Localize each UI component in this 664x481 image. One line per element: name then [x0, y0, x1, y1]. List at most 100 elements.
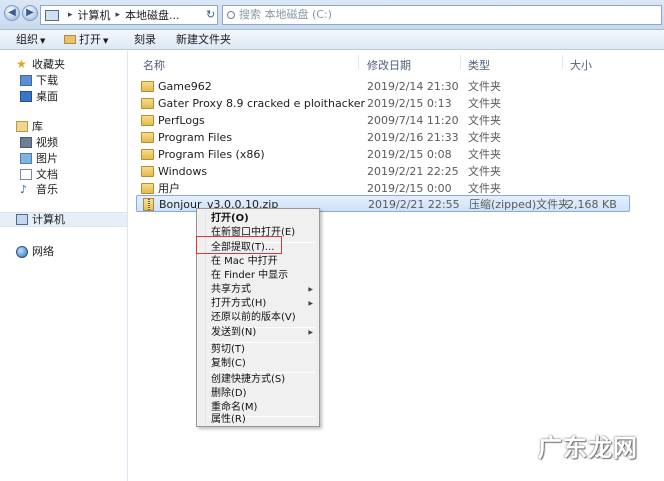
zip-file-icon — [143, 198, 154, 211]
nav-network[interactable]: 网络 — [16, 244, 54, 259]
navigation-pane: ★ 收藏夹 下载 桌面 库 视频 图片 文档 ♪ 音乐 计算机 网络 — [0, 51, 128, 481]
organize-label: 组织 — [16, 33, 38, 46]
nav-computer-label: 计算机 — [32, 213, 65, 226]
menu-item-send-to[interactable]: 发送到(N) ▶ — [211, 326, 317, 340]
folder-icon — [64, 35, 76, 44]
menu-item-delete[interactable]: 删除(D) — [211, 387, 247, 401]
menu-item-create-shortcut[interactable]: 创建快捷方式(S) — [211, 373, 285, 387]
submenu-arrow-icon: ▶ — [308, 286, 313, 293]
nav-favorites[interactable]: ★ 收藏夹 — [16, 57, 65, 72]
menu-item-open-with[interactable]: 打开方式(H) ▶ — [211, 297, 317, 311]
file-date: 2019/2/21 22:55 — [368, 198, 460, 211]
file-row[interactable]: Windows 2019/2/21 22:25 文件夹 — [136, 163, 630, 180]
column-header-type[interactable]: 类型 — [468, 57, 490, 73]
folder-icon — [141, 183, 154, 194]
file-type: 压缩(zipped)文件夹 — [469, 198, 570, 211]
document-icon — [20, 169, 32, 180]
nav-desktop[interactable]: 桌面 — [20, 89, 58, 104]
menu-item-open[interactable]: 打开(O) — [211, 212, 249, 226]
file-type: 文件夹 — [468, 97, 501, 110]
file-type: 文件夹 — [468, 80, 501, 93]
file-date: 2009/7/14 11:20 — [367, 114, 459, 127]
file-date: 2019/2/16 21:33 — [367, 131, 459, 144]
forward-button[interactable]: ▶ — [22, 5, 38, 21]
nav-documents-label: 文档 — [36, 168, 58, 181]
menu-item-restore-previous[interactable]: 还原以前的版本(V) — [211, 311, 296, 325]
dropdown-arrow-icon: ▼ — [40, 37, 46, 45]
file-type: 文件夹 — [468, 114, 501, 127]
file-size: 2,168 KB — [567, 198, 617, 211]
folder-icon — [141, 115, 154, 126]
back-button[interactable]: ◀ — [4, 5, 20, 21]
column-divider[interactable] — [460, 55, 461, 69]
column-divider[interactable] — [358, 55, 359, 69]
nav-libraries[interactable]: 库 — [16, 119, 43, 134]
nav-music-label: 音乐 — [36, 183, 58, 196]
folder-icon — [141, 166, 154, 177]
menu-item-show-in-finder[interactable]: 在 Finder 中显示 — [211, 269, 288, 283]
folder-icon — [141, 81, 154, 92]
search-input[interactable]: 搜索 本地磁盘 (C:) — [222, 5, 662, 25]
nav-downloads-label: 下载 — [36, 74, 58, 87]
computer-icon — [16, 214, 28, 225]
file-date: 2019/2/14 21:30 — [367, 80, 459, 93]
downloads-icon — [20, 75, 32, 86]
menu-item-cut[interactable]: 剪切(T) — [211, 343, 245, 357]
dropdown-arrow-icon: ▼ — [103, 37, 109, 45]
menu-item-send-to-label: 发送到(N) — [211, 327, 257, 338]
submenu-arrow-icon: ▶ — [308, 329, 313, 336]
menu-item-copy[interactable]: 复制(C) — [211, 357, 246, 371]
menu-item-open-in-mac[interactable]: 在 Mac 中打开 — [211, 255, 278, 269]
file-name: Windows — [158, 165, 208, 178]
music-icon: ♪ — [20, 182, 28, 196]
file-date: 2019/2/15 0:13 — [367, 97, 452, 110]
breadcrumb[interactable]: ▸ 计算机 ▸ 本地磁盘... — [40, 5, 218, 25]
command-toolbar: 组织 ▼ 打开 ▼ 刻录 新建文件夹 — [0, 30, 664, 50]
folder-icon — [141, 98, 154, 109]
desktop-icon — [20, 91, 32, 102]
submenu-arrow-icon: ▶ — [308, 300, 313, 307]
column-header-size[interactable]: 大小 — [570, 57, 592, 73]
chevron-right-icon: ▸ — [115, 10, 121, 20]
folder-icon — [141, 149, 154, 160]
nav-downloads[interactable]: 下载 — [20, 73, 58, 88]
nav-pictures[interactable]: 图片 — [20, 151, 58, 166]
file-row[interactable]: PerfLogs 2009/7/14 11:20 文件夹 — [136, 112, 630, 129]
organize-button[interactable]: 组织 ▼ — [16, 33, 45, 47]
nav-music[interactable]: ♪ 音乐 — [20, 182, 58, 197]
nav-videos[interactable]: 视频 — [20, 135, 58, 150]
file-name: Game962 — [158, 80, 212, 93]
nav-desktop-label: 桌面 — [36, 90, 58, 103]
column-header-name[interactable]: 名称 — [143, 57, 165, 73]
new-folder-button[interactable]: 新建文件夹 — [176, 33, 231, 47]
file-row[interactable]: Gater Proxy 8.9 cracked e ploithacker 20… — [136, 95, 630, 112]
column-divider[interactable] — [562, 55, 563, 69]
breadcrumb-item-drive[interactable]: 本地磁盘... — [125, 7, 180, 23]
column-header-date[interactable]: 修改日期 — [367, 57, 411, 73]
file-row[interactable]: Game962 2019/2/14 21:30 文件夹 — [136, 78, 630, 95]
file-date: 2019/2/21 22:25 — [367, 165, 459, 178]
menu-item-properties[interactable]: 属性(R) — [211, 413, 246, 427]
network-icon — [16, 245, 28, 258]
highlight-annotation-box — [196, 236, 282, 254]
file-name: Gater Proxy 8.9 cracked e ploithacker — [158, 97, 365, 110]
file-type: 文件夹 — [468, 148, 501, 161]
search-icon — [227, 11, 235, 19]
file-date: 2019/2/15 0:08 — [367, 148, 452, 161]
menu-item-share-with-label: 共享方式 — [211, 284, 251, 295]
address-bar: ◀ ▶ ▸ 计算机 ▸ 本地磁盘... ↻ 搜索 本地磁盘 (C:) — [0, 0, 664, 30]
menu-item-share-with[interactable]: 共享方式 ▶ — [211, 283, 317, 297]
file-type: 文件夹 — [468, 165, 501, 178]
nav-documents[interactable]: 文档 — [20, 167, 58, 182]
breadcrumb-item-computer[interactable]: 计算机 — [78, 7, 111, 23]
nav-computer[interactable]: 计算机 — [0, 212, 127, 227]
refresh-icon[interactable]: ↻ — [206, 8, 215, 21]
nav-favorites-label: 收藏夹 — [32, 58, 65, 71]
chevron-right-icon: ▸ — [68, 10, 73, 20]
file-row[interactable]: Program Files 2019/2/16 21:33 文件夹 — [136, 129, 630, 146]
burn-button[interactable]: 刻录 — [134, 33, 156, 47]
file-name: Program Files — [158, 131, 233, 144]
folder-icon — [141, 132, 154, 143]
file-row[interactable]: Program Files (x86) 2019/2/15 0:08 文件夹 — [136, 146, 630, 163]
open-button[interactable]: 打开 ▼ — [64, 33, 108, 47]
